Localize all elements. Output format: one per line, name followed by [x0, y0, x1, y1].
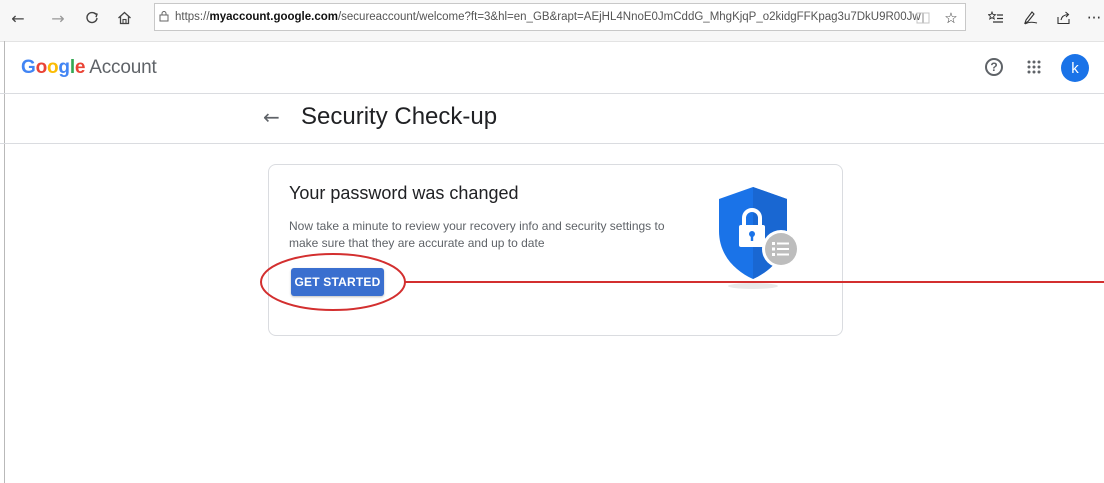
password-changed-card: Your password was changed Now take a min… — [268, 164, 843, 336]
home-icon[interactable] — [112, 6, 136, 30]
forward-arrow-icon[interactable]: → — [46, 6, 70, 30]
reading-view-icon[interactable] — [912, 6, 934, 30]
logo-letter: G — [21, 57, 36, 78]
refresh-icon[interactable] — [80, 6, 104, 30]
pen-icon[interactable] — [1020, 6, 1042, 30]
logo-letter: o — [35, 57, 48, 78]
back-arrow-icon[interactable]: ← — [6, 6, 30, 30]
google-header: Google Account ? k — [0, 43, 1104, 93]
security-shield-icon — [719, 187, 800, 289]
logo-letter: g — [58, 57, 70, 78]
google-account-logo[interactable]: Google Account — [21, 57, 157, 79]
browser-toolbar: ← → https://myaccount.google.com/securea… — [0, 0, 1104, 42]
url-path: /secureaccount/welcome?ft=3&hl=en_GB&rap… — [337, 11, 921, 23]
logo-letter: o — [47, 57, 59, 78]
help-glyph: ? — [985, 58, 1003, 76]
back-arrow-icon[interactable]: ← — [263, 105, 280, 129]
get-started-button[interactable]: GET STARTED — [291, 268, 384, 296]
avatar[interactable]: k — [1061, 54, 1089, 82]
account-label: Account — [89, 57, 157, 78]
more-icon[interactable]: ··· — [1084, 6, 1104, 30]
page-title-bar: ← Security Check-up — [0, 94, 1104, 144]
lock-icon — [159, 10, 169, 25]
google-wordmark: Google — [21, 57, 85, 78]
card-title: Your password was changed — [289, 183, 519, 203]
favorites-list-icon[interactable] — [985, 6, 1007, 30]
url-scheme: https:// — [175, 11, 210, 23]
card-description: Now take a minute to review your recover… — [289, 219, 665, 250]
logo-letter: e — [74, 57, 86, 78]
apps-grid-icon[interactable] — [1022, 55, 1046, 79]
star-icon[interactable]: ☆ — [940, 6, 962, 30]
page-title: Security Check-up — [301, 103, 498, 130]
help-icon[interactable]: ? — [982, 55, 1006, 79]
address-bar[interactable]: https://myaccount.google.com/secureaccou… — [154, 3, 966, 31]
url-domain: myaccount.google.com — [209, 11, 338, 23]
share-icon[interactable] — [1052, 6, 1074, 30]
